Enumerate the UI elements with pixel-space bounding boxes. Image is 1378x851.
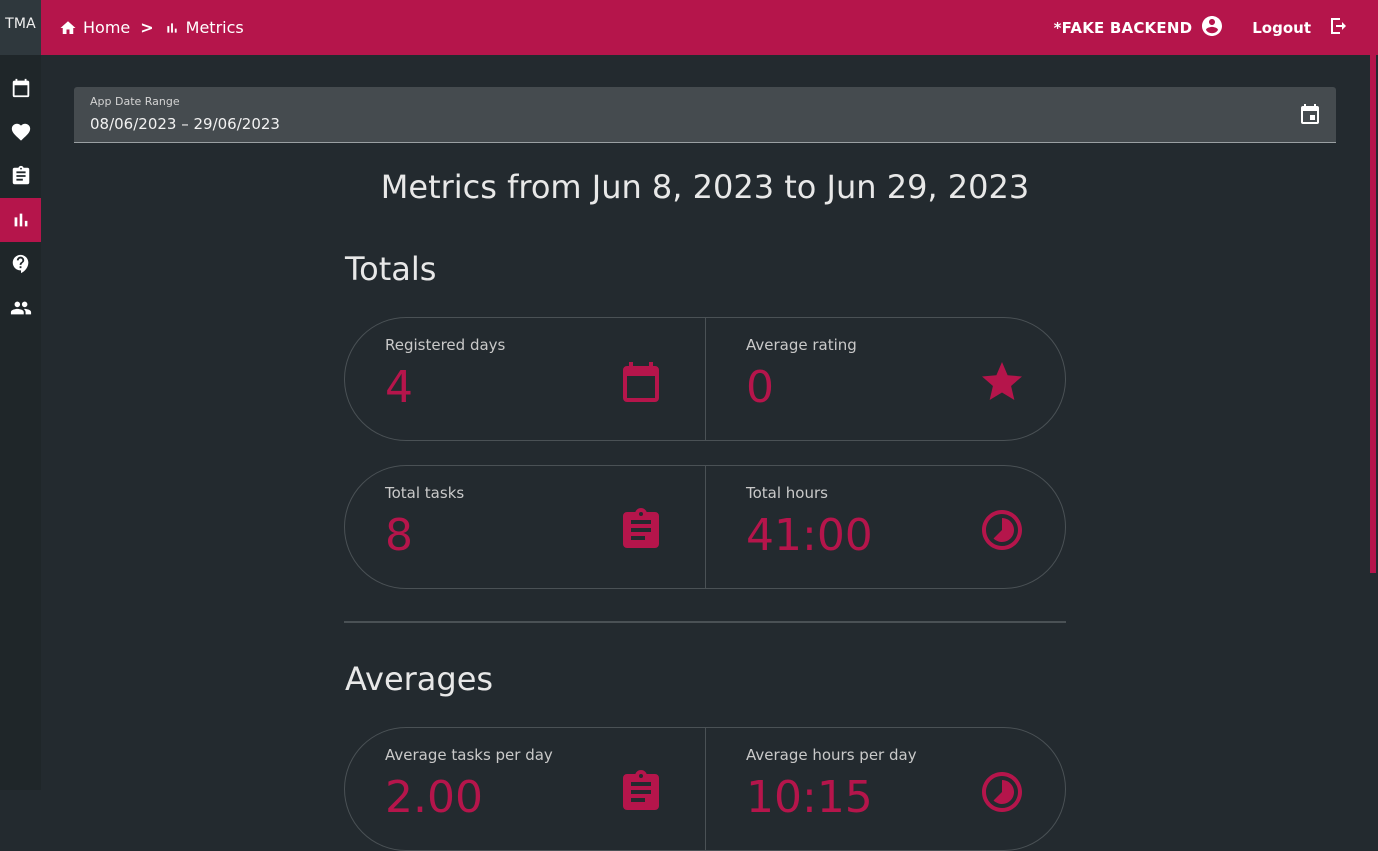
metric-value: 41:00 — [746, 510, 873, 561]
metric-total-tasks: Total tasks 8 — [345, 466, 705, 588]
bar-chart-icon — [14, 213, 27, 227]
calendar-icon — [617, 358, 665, 406]
star-icon — [978, 358, 1026, 406]
sidebar-item-team[interactable] — [0, 286, 41, 330]
sidebar-item-calendar[interactable] — [0, 66, 41, 110]
calendar-event-icon — [1301, 104, 1319, 124]
sidebar: TMA — [0, 0, 41, 790]
metric-value: 10:15 — [746, 772, 873, 823]
app-brand[interactable]: TMA — [0, 0, 41, 55]
breadcrumb: Home > Metrics — [41, 18, 244, 37]
clock-pie-icon — [978, 506, 1026, 554]
totals-title: Totals — [345, 250, 437, 288]
metric-value: 2.00 — [385, 772, 483, 823]
clock-pie-icon — [978, 768, 1026, 816]
date-range-field[interactable]: App Date Range 08/06/2023 – 29/06/2023 — [74, 87, 1336, 143]
metric-average-hours-per-day: Average hours per day 10:15 — [706, 728, 1066, 850]
totals-card-row-1: Registered days 4 Average rating 0 — [344, 317, 1066, 441]
help-icon — [12, 254, 28, 274]
metric-value: 8 — [385, 510, 413, 561]
calendar-icon — [12, 78, 29, 98]
metric-average-tasks-per-day: Average tasks per day 2.00 — [345, 728, 705, 850]
metric-label: Total tasks — [385, 484, 465, 502]
breadcrumb-separator: > — [140, 18, 154, 37]
home-icon — [60, 20, 76, 34]
bar-chart-icon — [166, 22, 177, 33]
date-range-value[interactable]: 08/06/2023 – 29/06/2023 — [90, 115, 280, 133]
date-range-label: App Date Range — [90, 95, 180, 108]
breadcrumb-metrics[interactable]: Metrics — [164, 18, 244, 37]
backend-label: *FAKE BACKEND — [1053, 18, 1193, 37]
account-icon[interactable] — [1200, 14, 1224, 38]
metric-label: Average hours per day — [746, 746, 917, 764]
logout-icon — [1331, 18, 1346, 34]
metric-label: Average tasks per day — [385, 746, 553, 764]
sidebar-item-help[interactable] — [0, 242, 41, 286]
metric-registered-days: Registered days 4 — [345, 318, 705, 440]
top-bar: Home > Metrics *FAKE BACKEND Logout — [41, 0, 1378, 55]
date-picker-toggle[interactable] — [1298, 103, 1322, 127]
metric-value: 4 — [385, 362, 413, 413]
averages-card-row-1: Average tasks per day 2.00 Average hours… — [344, 727, 1066, 851]
totals-card-row-2: Total tasks 8 Total hours 41:00 — [344, 465, 1066, 589]
section-divider — [344, 621, 1066, 623]
breadcrumb-metrics-label: Metrics — [185, 18, 244, 37]
page-scrollbar-thumb[interactable] — [1370, 55, 1376, 573]
logout-button[interactable]: Logout — [1252, 17, 1351, 38]
metric-label: Total hours — [746, 484, 828, 502]
breadcrumb-home-label: Home — [83, 18, 131, 37]
sidebar-item-favorites[interactable] — [0, 110, 41, 154]
averages-title: Averages — [345, 660, 494, 698]
metric-total-hours: Total hours 41:00 — [706, 466, 1066, 588]
metric-average-rating: Average rating 0 — [706, 318, 1066, 440]
logout-label: Logout — [1252, 18, 1311, 37]
people-icon — [10, 301, 31, 315]
header-actions: *FAKE BACKEND Logout — [1054, 0, 1351, 55]
metric-label: Average rating — [746, 336, 857, 354]
breadcrumb-home[interactable]: Home — [59, 18, 130, 37]
page-title: Metrics from Jun 8, 2023 to Jun 29, 2023 — [380, 168, 1030, 206]
clipboard-icon — [617, 506, 665, 554]
metric-value: 0 — [746, 362, 774, 413]
metric-label: Registered days — [385, 336, 506, 354]
heart-icon — [11, 123, 30, 141]
clipboard-icon — [617, 768, 665, 816]
